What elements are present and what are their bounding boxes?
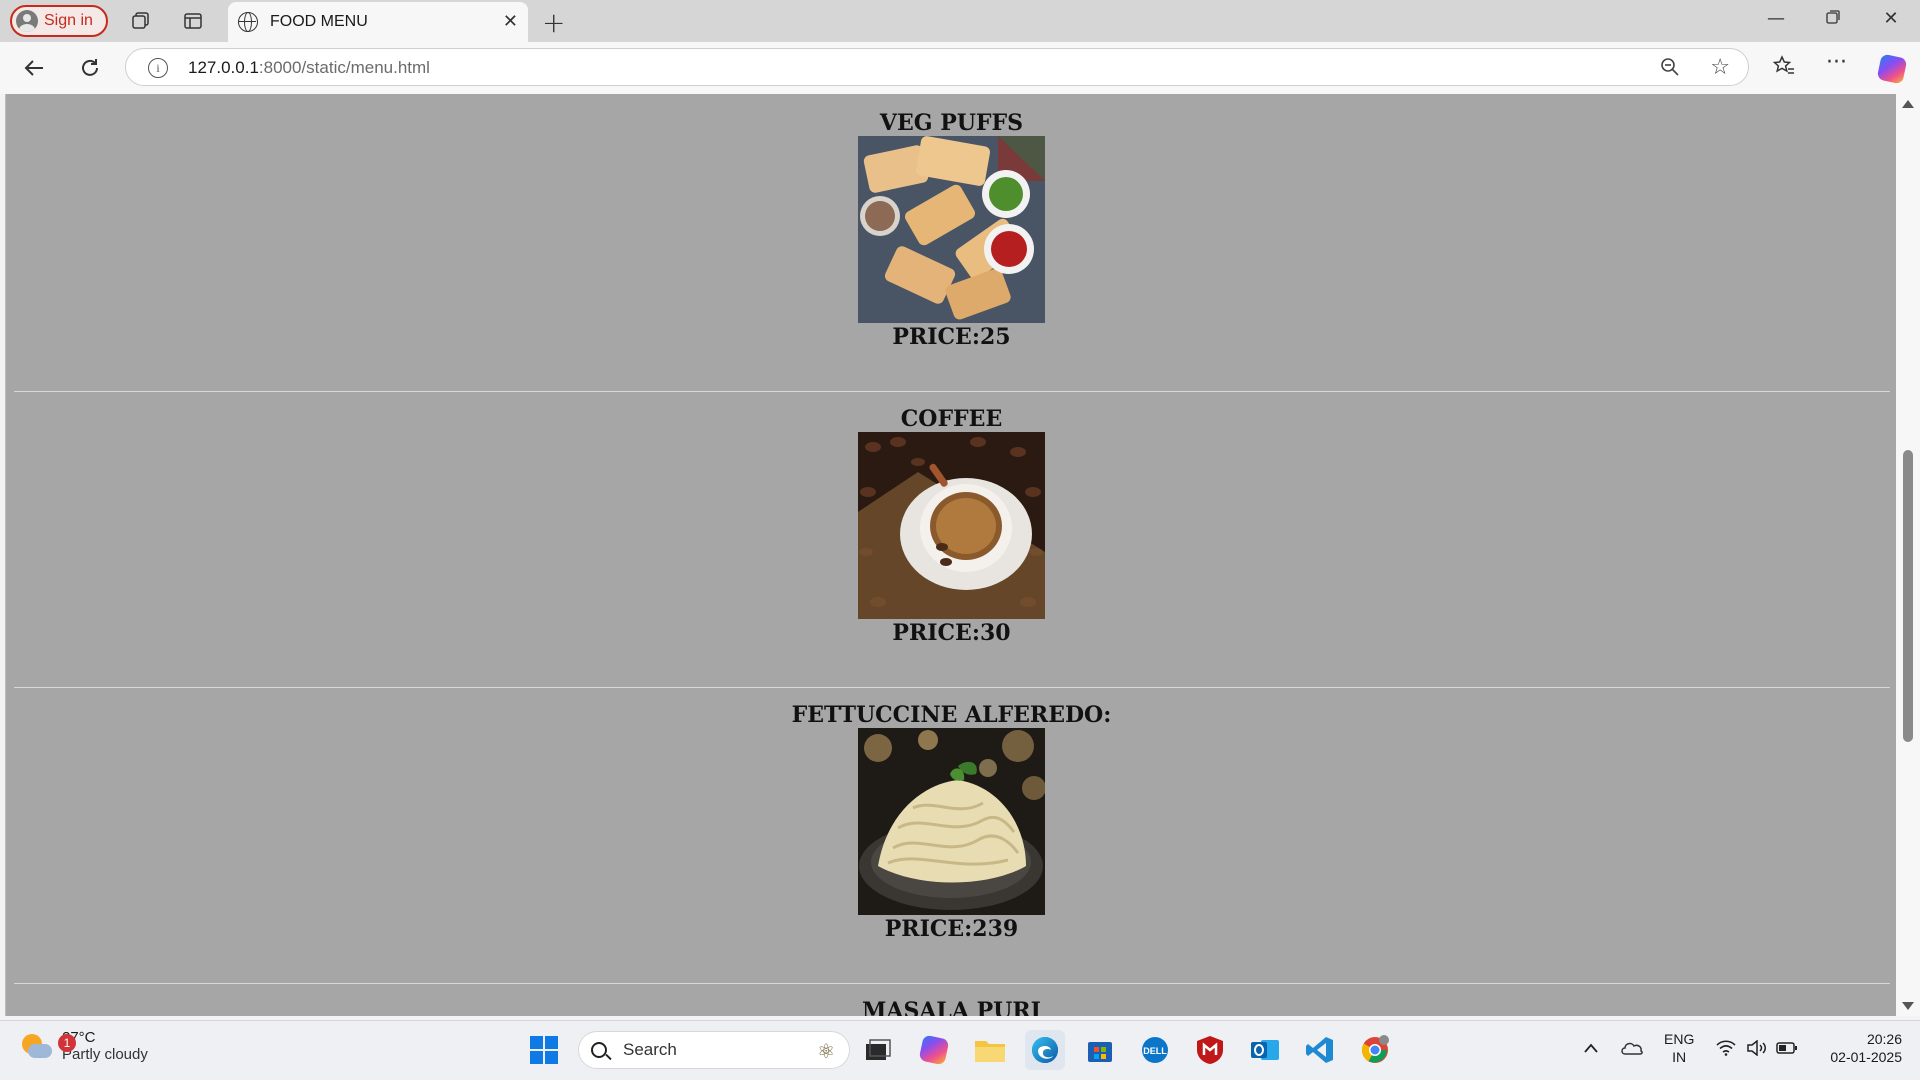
taskbar-search[interactable]: Search ⚛ [578, 1031, 850, 1069]
new-tab-icon[interactable]: + [542, 6, 565, 39]
favorite-star-icon[interactable]: ☆ [1710, 55, 1730, 80]
search-highlight-icon: ⚛ [817, 1039, 835, 1063]
menu-item: VEG PUFFS PRICE:25 [6, 110, 1896, 351]
onedrive-icon[interactable] [1620, 1038, 1644, 1062]
clock-date: 02-01-2025 [1830, 1049, 1902, 1065]
coffee-image [858, 432, 1045, 619]
search-icon [591, 1042, 607, 1058]
fettuccine-alfredo-image [858, 728, 1045, 915]
menu-item: FETTUCCINE ALFEREDO: PRICE:239 [6, 702, 1896, 943]
site-info-icon[interactable]: i [148, 58, 168, 78]
close-tab-icon[interactable]: ✕ [503, 11, 518, 32]
svg-text:DELL: DELL [1143, 1046, 1167, 1056]
clock-time: 20:26 [1866, 1031, 1902, 1047]
refresh-icon[interactable] [76, 54, 104, 82]
close-window-icon[interactable]: ✕ [1871, 8, 1911, 29]
file-explorer-icon[interactable] [970, 1030, 1010, 1070]
scroll-thumb[interactable] [1903, 450, 1913, 742]
address-bar[interactable]: i 127.0.0.1:8000/static/menu.html ☆ [125, 48, 1749, 86]
veg-puffs-image [858, 136, 1045, 323]
chrome-icon[interactable] [1355, 1030, 1395, 1070]
browser-titlebar: Sign in FOOD MENU ✕ + — ✕ [0, 0, 1920, 42]
url-host: 127.0.0.1 [188, 58, 259, 77]
scroll-up-icon[interactable] [1902, 100, 1914, 108]
dell-icon[interactable]: DELL [1135, 1030, 1175, 1070]
menu-divider [14, 391, 1890, 392]
menu-item-name: COFFEE [900, 406, 1003, 432]
task-view-icon[interactable] [858, 1030, 898, 1070]
battery-icon[interactable] [1776, 1041, 1798, 1059]
clock[interactable]: 20:26 02-01-2025 [1818, 1030, 1902, 1066]
more-icon[interactable]: ··· [1826, 50, 1847, 75]
menu-item-price: PRICE:30 [892, 620, 1011, 646]
copilot-app-icon[interactable] [914, 1030, 954, 1070]
menu-item-name: FETTUCCINE ALFEREDO: [791, 702, 1112, 728]
region-code: IN [1672, 1049, 1687, 1065]
tab-title: FOOD MENU [270, 13, 368, 30]
menu-item-name: VEG PUFFS [879, 110, 1024, 136]
microsoft-store-icon[interactable] [1080, 1030, 1120, 1070]
language-code: ENG [1664, 1031, 1695, 1047]
active-tab[interactable]: FOOD MENU ✕ [228, 2, 528, 42]
weather-widget[interactable]: 1 27°C Partly cloudy [20, 1029, 148, 1063]
menu-item: MASALA PURI [6, 998, 1896, 1016]
menu-divider [14, 983, 1890, 984]
browser-toolbar: i 127.0.0.1:8000/static/menu.html ☆ ··· [0, 42, 1920, 94]
partly-cloudy-icon [20, 1030, 52, 1062]
scroll-down-icon[interactable] [1902, 1002, 1914, 1010]
sign-in-button[interactable]: Sign in [10, 5, 108, 37]
outlook-icon[interactable] [1245, 1030, 1285, 1070]
restore-icon[interactable] [1813, 8, 1853, 29]
menu-item: COFFEE PRICE:30 [6, 406, 1896, 647]
page-viewport: VEG PUFFS PRICE:25 COFFEE PRICE:30 FETTU… [5, 94, 1896, 1016]
search-placeholder: Search [623, 1040, 677, 1059]
globe-icon [238, 12, 258, 32]
url-text: 127.0.0.1:8000/static/menu.html [188, 58, 430, 78]
weather-badge: 1 [58, 1034, 76, 1052]
menu-item-name: MASALA PURI [862, 998, 1041, 1016]
volume-icon[interactable] [1746, 1039, 1768, 1060]
zoom-out-icon[interactable] [1660, 57, 1680, 82]
mcafee-icon[interactable] [1190, 1030, 1230, 1070]
menu-divider [14, 687, 1890, 688]
sign-in-label: Sign in [44, 12, 93, 29]
start-button[interactable] [524, 1030, 564, 1070]
wifi-icon[interactable] [1716, 1040, 1736, 1060]
minimize-icon[interactable]: — [1756, 8, 1796, 29]
workspaces-icon[interactable] [129, 9, 153, 33]
weather-condition: Partly cloudy [62, 1046, 148, 1063]
vscode-icon[interactable] [1300, 1030, 1340, 1070]
page-scrollbar[interactable] [1896, 94, 1920, 1016]
favorites-icon[interactable] [1772, 54, 1796, 84]
show-hidden-icons[interactable] [1583, 1040, 1599, 1058]
menu-item-price: PRICE:25 [892, 324, 1011, 350]
menu-item-price: PRICE:239 [884, 916, 1019, 942]
tab-actions-icon[interactable] [181, 9, 205, 33]
profile-avatar-icon [16, 10, 38, 32]
edge-browser-icon[interactable] [1025, 1030, 1065, 1070]
language-indicator[interactable]: ENG IN [1664, 1030, 1694, 1066]
back-arrow-icon[interactable] [20, 54, 48, 82]
url-path: :8000/static/menu.html [258, 58, 430, 77]
